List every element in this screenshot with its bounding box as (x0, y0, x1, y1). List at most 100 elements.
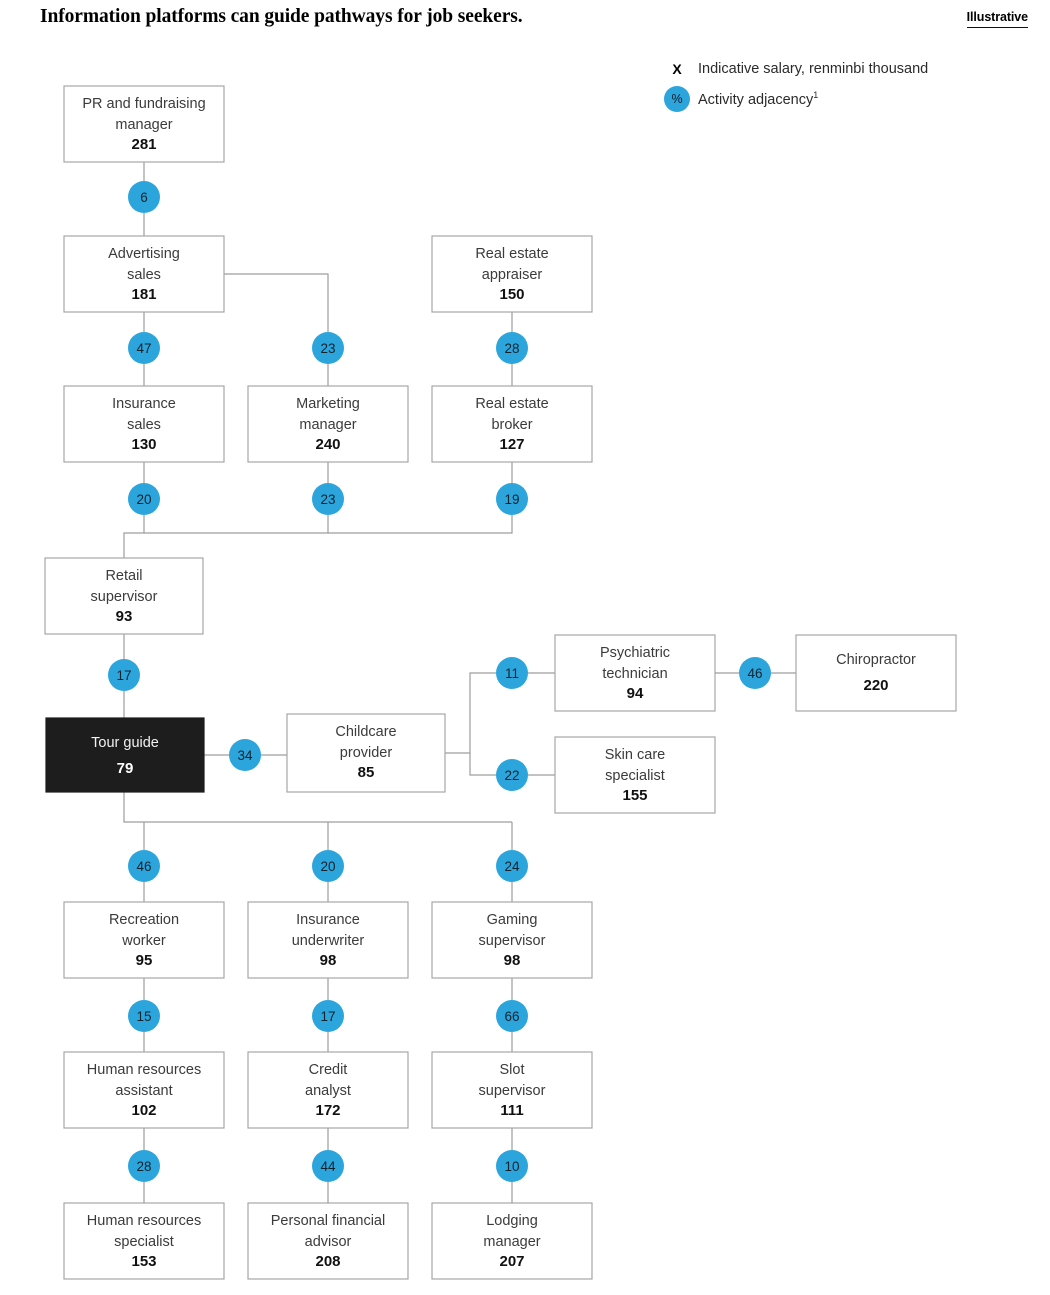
node-human_resources_assistant[interactable]: Human resources assistant 102 (63, 1051, 225, 1129)
node-label-line1: Advertising (108, 246, 180, 262)
node-label-line2: supervisor (91, 589, 158, 605)
adjacency-badge-insurance_sales-to-retail_supervisor[interactable]: 20 (128, 483, 160, 515)
node-salary-value: 127 (499, 436, 524, 453)
node-label-line2: specialist (605, 768, 665, 784)
adjacency-value: 66 (504, 1009, 519, 1024)
node-childcare_provider[interactable]: Childcare provider 85 (286, 713, 446, 793)
adjacency-value: 11 (505, 666, 519, 681)
adjacency-badge-tour_guide-to-recreation_worker[interactable]: 46 (128, 850, 160, 882)
node-salary-value: 98 (504, 952, 521, 969)
node-salary-value: 150 (499, 286, 524, 303)
node-salary-value: 155 (622, 787, 647, 804)
node-gaming_supervisor[interactable]: Gaming supervisor 98 (431, 901, 593, 979)
node-label-line2: assistant (115, 1083, 172, 1099)
node-salary-value: 102 (131, 1102, 156, 1119)
adjacency-value: 15 (136, 1009, 151, 1024)
node-salary-value: 98 (320, 952, 337, 969)
adjacency-value: 17 (320, 1009, 335, 1024)
node-salary-value: 181 (131, 286, 156, 303)
node-label-line1: Human resources (87, 1062, 201, 1078)
node-insurance_sales[interactable]: Insurance sales 130 (63, 385, 225, 463)
connector-line (469, 753, 496, 776)
node-label-line2: broker (491, 417, 532, 433)
node-real_estate_broker[interactable]: Real estate broker 127 (431, 385, 593, 463)
node-label-line2: specialist (114, 1234, 174, 1250)
adjacency-value: 46 (136, 859, 151, 874)
node-marketing_manager[interactable]: Marketing manager 240 (247, 385, 409, 463)
node-label-line1: Gaming (487, 912, 538, 928)
node-recreation_worker[interactable]: Recreation worker 95 (63, 901, 225, 979)
node-lodging_manager[interactable]: Lodging manager 207 (431, 1202, 593, 1280)
node-label-line2: sales (127, 417, 161, 433)
node-salary-value: 130 (131, 436, 156, 453)
node-personal_financial_advisor[interactable]: Personal financial advisor 208 (247, 1202, 409, 1280)
node-human_resources_specialist[interactable]: Human resources specialist 153 (63, 1202, 225, 1280)
adjacency-badge-childcare_provider-to-skin_care_specialist[interactable]: 22 (496, 759, 528, 791)
node-salary-value: 220 (863, 677, 888, 694)
node-label-line2: technician (602, 666, 667, 682)
adjacency-badge-marketing_manager-to-retail_supervisor[interactable]: 23 (312, 483, 344, 515)
node-tour_guide[interactable]: Tour guide 79 (45, 717, 205, 793)
adjacency-value: 6 (140, 190, 148, 205)
node-box (45, 717, 205, 793)
node-label-line1: Slot (500, 1062, 525, 1078)
adjacency-badge-childcare_provider-to-psychiatric_technician[interactable]: 11 (496, 657, 528, 689)
adjacency-value: 10 (504, 1159, 519, 1174)
adjacency-badge-real_estate_broker-to-retail_supervisor[interactable]: 19 (496, 483, 528, 515)
node-retail_supervisor[interactable]: Retail supervisor 93 (44, 557, 204, 635)
adjacency-badge-credit_analyst-to-personal_financial_advisor[interactable]: 44 (312, 1150, 344, 1182)
adjacency-value: 46 (747, 666, 762, 681)
node-label-line2: underwriter (292, 933, 365, 949)
adjacency-value: 20 (320, 859, 335, 874)
node-real_estate_appraiser[interactable]: Real estate appraiser 150 (431, 235, 593, 313)
adjacency-badge-tour_guide-to-insurance_underwriter[interactable]: 20 (312, 850, 344, 882)
connector-line (445, 672, 496, 754)
node-label-line2: supervisor (479, 933, 546, 949)
adjacency-badge-insurance_underwriter-to-credit_analyst[interactable]: 17 (312, 1000, 344, 1032)
node-slot_supervisor[interactable]: Slot supervisor 111 (431, 1051, 593, 1129)
adjacency-badge-slot_supervisor-to-lodging_manager[interactable]: 10 (496, 1150, 528, 1182)
adjacency-badge-human_resources_assistant-to-human_resources_specialist[interactable]: 28 (128, 1150, 160, 1182)
node-label-line2: sales (127, 267, 161, 283)
adjacency-badge-advertising_sales-to-marketing_manager[interactable]: 23 (312, 332, 344, 364)
node-label-line1: Human resources (87, 1213, 201, 1229)
node-salary-value: 79 (117, 760, 134, 777)
node-psychiatric_technician[interactable]: Psychiatric technician 94 (554, 634, 716, 712)
node-label-line1: Real estate (475, 246, 548, 262)
adjacency-badge-recreation_worker-to-human_resources_assistant[interactable]: 15 (128, 1000, 160, 1032)
node-salary-value: 208 (315, 1253, 340, 1270)
adjacency-badge-real_estate_appraiser-to-real_estate_broker[interactable]: 28 (496, 332, 528, 364)
node-pr_fundraising_manager[interactable]: PR and fundraising manager 281 (63, 85, 225, 163)
adjacency-badge-tour_guide-to-childcare_provider[interactable]: 34 (229, 739, 261, 771)
adjacency-value: 34 (237, 748, 253, 763)
adjacency-value: 19 (504, 492, 519, 507)
adjacency-value: 17 (116, 668, 131, 683)
adjacency-badge-retail_supervisor-to-tour_guide[interactable]: 17 (108, 659, 140, 691)
node-salary-value: 95 (136, 952, 153, 969)
adjacency-badge-tour_guide-to-gaming_supervisor[interactable]: 24 (496, 850, 528, 882)
node-box (795, 634, 957, 712)
node-salary-value: 240 (315, 436, 340, 453)
node-credit_analyst[interactable]: Credit analyst 172 (247, 1051, 409, 1129)
connector-line (123, 792, 512, 823)
node-label-line1: Recreation (109, 912, 179, 928)
node-label-line2: supervisor (479, 1083, 546, 1099)
adjacency-badge-pr_fundraising_manager-to-advertising_sales[interactable]: 6 (128, 181, 160, 213)
adjacency-value: 23 (320, 492, 335, 507)
adjacency-badge-advertising_sales-to-insurance_sales[interactable]: 47 (128, 332, 160, 364)
node-label-line1: Lodging (486, 1213, 538, 1229)
adjacency-badge-gaming_supervisor-to-slot_supervisor[interactable]: 66 (496, 1000, 528, 1032)
node-chiropractor[interactable]: Chiropractor 220 (795, 634, 957, 712)
adjacency-value: 23 (320, 341, 335, 356)
node-advertising_sales[interactable]: Advertising sales 181 (63, 235, 225, 313)
adjacency-value: 20 (136, 492, 151, 507)
node-skin_care_specialist[interactable]: Skin care specialist 155 (554, 736, 716, 814)
node-label-line1: Marketing (296, 396, 360, 412)
node-salary-value: 94 (627, 685, 644, 702)
node-label-line1: Chiropractor (836, 652, 916, 668)
node-insurance_underwriter[interactable]: Insurance underwriter 98 (247, 901, 409, 979)
node-label-line1: Credit (309, 1062, 348, 1078)
node-label-line1: Personal financial (271, 1213, 385, 1229)
adjacency-badge-psychiatric_technician-to-chiropractor[interactable]: 46 (739, 657, 771, 689)
connector-line (144, 515, 329, 534)
